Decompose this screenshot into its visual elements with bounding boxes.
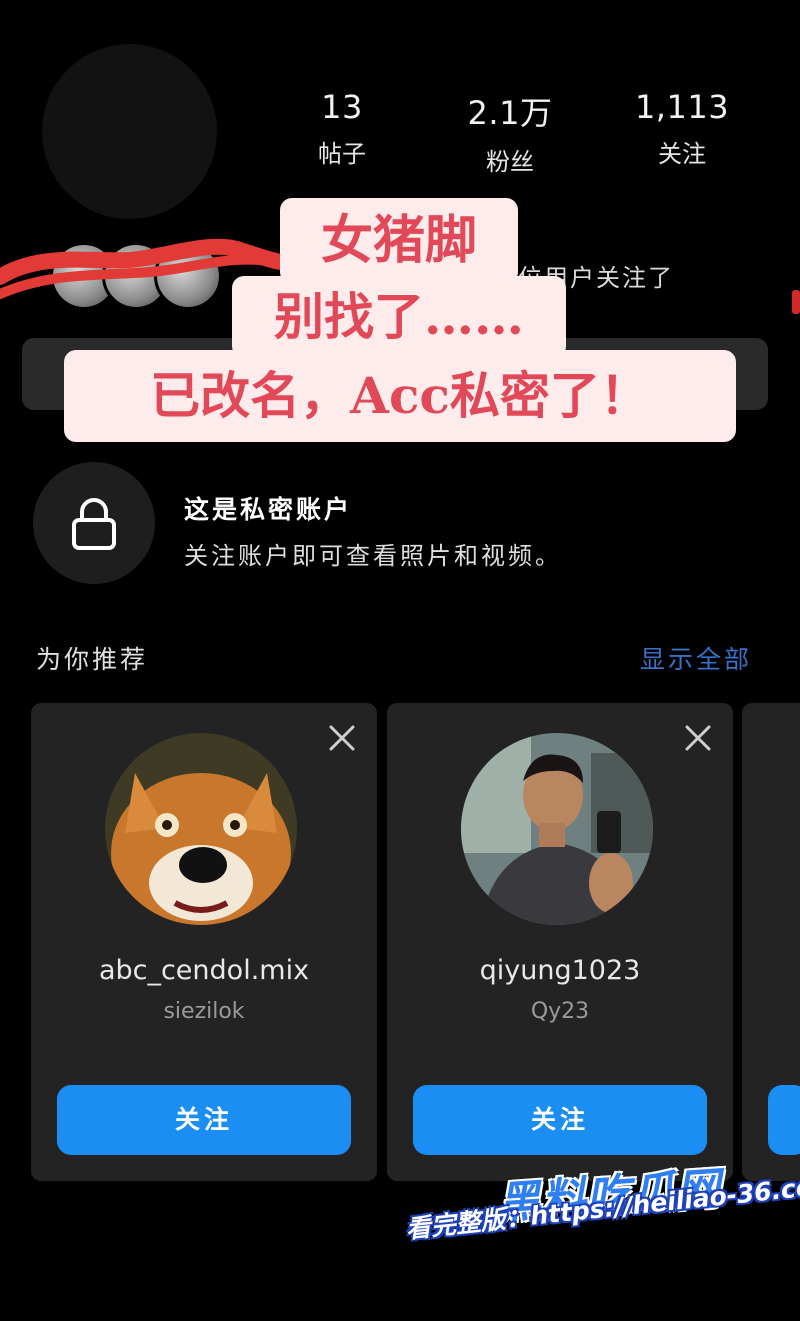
overlay-caption-line3: 已改名，Acc私密了！: [64, 350, 736, 442]
suggested-username[interactable]: qiyung1023: [387, 955, 733, 986]
close-icon[interactable]: [683, 723, 713, 753]
recommend-heading: 为你推荐: [36, 645, 149, 674]
followers-label: 粉丝: [486, 148, 534, 176]
posts-count: 13: [321, 88, 363, 126]
close-icon[interactable]: [327, 723, 357, 753]
see-all-link[interactable]: 显示全部: [640, 640, 752, 676]
overlay-caption-line2: 别找了……: [232, 276, 566, 358]
followers-count: 2.1万: [467, 94, 553, 132]
follow-button-partial[interactable]: [768, 1085, 800, 1155]
suggested-user-card[interactable]: abc_cendol.mix siezilok 关注: [31, 703, 377, 1181]
fox-avatar[interactable]: [105, 733, 297, 925]
followers-stat[interactable]: 2.1万 粉丝: [440, 88, 580, 177]
man-selfie-photo-icon: [461, 733, 653, 925]
posts-stat[interactable]: 13 帖子: [272, 88, 412, 169]
lock-icon: [72, 498, 116, 550]
fox-photo-icon: [105, 733, 297, 925]
suggested-user-card[interactable]: qiyung1023 Qy23 关注: [387, 703, 733, 1181]
overlay-caption-line1: 女猪脚: [280, 198, 518, 284]
lock-badge: [33, 462, 155, 584]
suggested-subtitle: Qy23: [530, 999, 590, 1024]
suggested-subtitle: siezilok: [163, 999, 245, 1024]
following-count: 1,113: [634, 88, 730, 126]
following-label: 关注: [658, 140, 706, 168]
private-account-title: 这是私密账户: [184, 495, 353, 524]
suggested-username[interactable]: abc_cendol.mix: [31, 955, 377, 986]
red-edge-mark: [792, 290, 800, 314]
private-account-description: 关注账户即可查看照片和视频。: [184, 542, 562, 570]
man-selfie-avatar[interactable]: [461, 733, 653, 925]
follow-button[interactable]: 关注: [413, 1085, 707, 1155]
following-stat[interactable]: 1,113 关注: [612, 88, 752, 169]
posts-label: 帖子: [318, 140, 366, 168]
suggested-user-card-partial[interactable]: [742, 703, 800, 1181]
follow-button[interactable]: 关注: [57, 1085, 351, 1155]
profile-avatar[interactable]: [42, 44, 217, 219]
